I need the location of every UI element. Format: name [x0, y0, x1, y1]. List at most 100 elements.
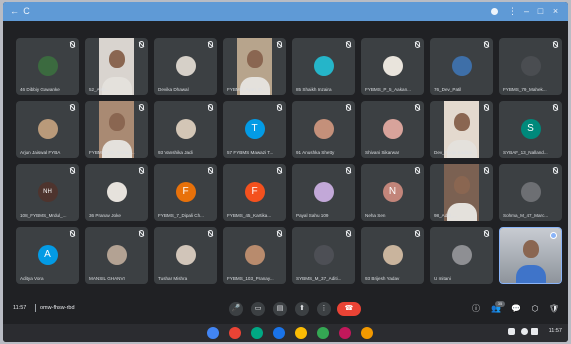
people-button[interactable]: 👥 35 [491, 301, 505, 314]
refresh-icon[interactable]: C [21, 6, 32, 17]
mic-muted-icon [208, 167, 213, 174]
screen-capture-icon[interactable] [508, 328, 515, 335]
participant-name: 98_Aditi_... [434, 213, 457, 218]
participant-name: FYBMS_Ayan_D... [227, 87, 266, 92]
participant-tile[interactable]: SYBMS_M_37_Aditi... [292, 227, 355, 284]
avatar [520, 56, 541, 76]
shelf-clock[interactable]: 11:57 [549, 328, 562, 334]
participants-count-badge: 35 [495, 301, 505, 307]
meeting-control-bar: 11:57 omw-fhsw-rbd 🎤 ▭ ▤ ⬆ ⋮ ☎ ⓘ 👥 35 💬 … [3, 298, 568, 322]
account-icon[interactable] [491, 8, 498, 15]
gmail-icon[interactable] [229, 327, 241, 339]
avatar [313, 119, 334, 139]
mic-muted-icon [415, 41, 420, 48]
end-call-button[interactable]: ☎ [337, 302, 361, 316]
participant-tile[interactable]: 91 Anushka Shetty [292, 101, 355, 158]
participant-tile[interactable]: MANSIL GHANVI [85, 227, 148, 284]
participant-tile[interactable]: Arjun Jaiswal FYBA [16, 101, 79, 158]
avatar [106, 182, 127, 202]
maximize-icon[interactable]: □ [535, 6, 546, 17]
avatar [382, 119, 403, 139]
participant-tile[interactable]: FYBMS_103_Pranay... [223, 227, 286, 284]
chat-button[interactable]: 💬 [511, 304, 521, 314]
participant-tile[interactable]: 85 Shaikh Inzaira [292, 38, 355, 95]
avatar [451, 245, 472, 265]
avatar [520, 182, 541, 202]
participant-name: 91 Anushka Shetty [296, 150, 335, 155]
chrome-icon[interactable] [207, 327, 219, 339]
avatar [313, 56, 334, 76]
letter-avatar: A [37, 245, 58, 265]
back-icon[interactable]: ← [9, 6, 20, 17]
close-icon[interactable]: × [550, 6, 561, 17]
meeting-code: omw-fhsw-rbd [40, 305, 75, 311]
letter-avatar: NH [37, 182, 58, 202]
activities-button[interactable]: ⬡ [530, 304, 540, 314]
participant-tile[interactable]: FYBMS_79_Mahek... [499, 38, 562, 95]
avatar [244, 245, 265, 265]
captions-button[interactable]: ▤ [273, 302, 287, 316]
participant-tile[interactable]: Devika Dhawal [154, 38, 217, 95]
person-head [108, 113, 125, 131]
participant-tile[interactable]: NH 108_FYBMS_Mrdul_... [16, 164, 79, 221]
person-head [108, 50, 125, 68]
participant-tile[interactable]: 52_Aish... [85, 38, 148, 95]
participant-tile[interactable]: Sohma_M_47_Marc... [499, 164, 562, 221]
os-shelf: 11:57 [3, 324, 568, 342]
minimize-icon[interactable]: – [521, 6, 532, 17]
participant-tile[interactable]: 93 Brijesh Yadav [361, 227, 424, 284]
participant-name: Arjun Jaiswal FYBA [20, 150, 61, 155]
docs-icon[interactable] [295, 327, 307, 339]
person-body [515, 265, 546, 283]
participant-tile[interactable]: Tushar Mishra [154, 227, 217, 284]
participant-tile[interactable]: 98_Aditi_... [430, 164, 493, 221]
play-store-icon[interactable] [317, 327, 329, 339]
participant-tile[interactable]: F FYBMS_45_Kartika... [223, 164, 286, 221]
mic-muted-icon [553, 41, 558, 48]
avatar [175, 56, 196, 76]
mic-muted-icon [346, 167, 351, 174]
participant-tile[interactable] [499, 227, 562, 284]
participant-name: 93 Brijesh Yadav [365, 276, 400, 281]
more-options-button[interactable]: ⋮ [317, 302, 331, 316]
participant-tile[interactable]: FYBMS_Ayan_D... [223, 38, 286, 95]
participant-tile[interactable]: 93 Vanshika Jadi [154, 101, 217, 158]
participant-tile[interactable]: 36 Pranav Joke [85, 164, 148, 221]
participant-tile[interactable]: F FYBMS_7_Dipali Ch... [154, 164, 217, 221]
mic-muted-icon [277, 230, 282, 237]
participant-tile[interactable]: N Neha Sen [361, 164, 424, 221]
participant-tile[interactable]: 46 Dibbiy Gawanke [16, 38, 79, 95]
participant-tile[interactable]: A Aditya Vora [16, 227, 79, 284]
mic-muted-icon [139, 104, 144, 111]
host-controls-button[interactable]: 🛡 [549, 304, 559, 314]
photos-icon[interactable] [361, 327, 373, 339]
notification-icon[interactable] [521, 328, 528, 335]
participant-tile[interactable]: U mitani [430, 227, 493, 284]
camera-icon[interactable] [339, 327, 351, 339]
participant-tile[interactable]: 76_Dev_Patil [430, 38, 493, 95]
person-body [101, 140, 132, 158]
participant-tile[interactable]: Dev_Pooja Kadam [430, 101, 493, 158]
mic-muted-icon [139, 230, 144, 237]
mic-muted-icon [484, 104, 489, 111]
participant-tile[interactable]: T 57 FYBMS Mawazi T... [223, 101, 286, 158]
person-body [446, 140, 477, 158]
files-icon[interactable] [273, 327, 285, 339]
participant-tile[interactable]: S SYBAF_13_Nalland... [499, 101, 562, 158]
participant-tile[interactable]: FYBMS_P_5_Aakan... [361, 38, 424, 95]
menu-icon[interactable]: ⋮ [507, 6, 518, 17]
mic-button[interactable]: 🎤 [229, 302, 243, 316]
participant-name: Tushar Mishra [158, 276, 188, 281]
meeting-info-button[interactable]: ⓘ [471, 304, 481, 314]
mic-muted-icon [346, 41, 351, 48]
avatar [37, 56, 58, 76]
participant-tile[interactable]: Shivani Sikarwar [361, 101, 424, 158]
camera-button[interactable]: ▭ [251, 302, 265, 316]
pin-icon[interactable] [550, 232, 557, 239]
person-head [246, 50, 263, 68]
participant-tile[interactable]: Payal Sahu 109 [292, 164, 355, 221]
mic-muted-icon [208, 41, 213, 48]
participant-tile[interactable]: FYBMS_AD_Archan... [85, 101, 148, 158]
meet-icon[interactable] [251, 327, 263, 339]
present-button[interactable]: ⬆ [295, 302, 309, 316]
